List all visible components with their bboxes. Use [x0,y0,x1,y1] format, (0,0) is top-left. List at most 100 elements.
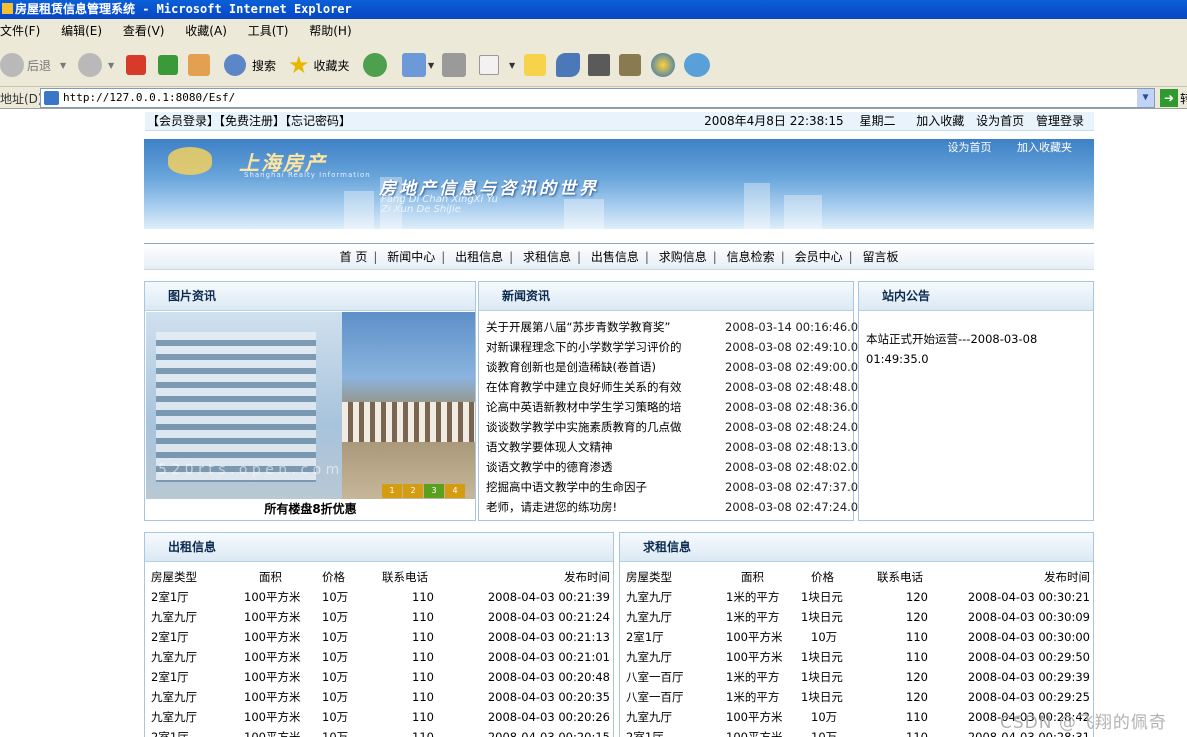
globe-button[interactable] [651,51,675,79]
table-row[interactable]: 九室九厅 100平方米 10万 110 2008-04-03 00:21:24 [151,607,610,627]
k-button[interactable] [588,51,610,79]
back-button[interactable]: 后退 ▼ [0,51,66,79]
nav-rent[interactable]: 出租信息 [455,250,503,264]
news-item[interactable]: 对新课程理念下的小学数学学习评价的 2008-03-08 02:49:10.0 [486,337,858,357]
search-button[interactable]: 搜索 [224,51,276,79]
photo-slideshow[interactable]: 5 2 0 r t s . o p e n . c o m 1 2 3 4 [146,312,475,499]
menu-file[interactable]: 文件(F) [0,24,40,38]
cell-price: 1块日元 [801,670,843,684]
forward-dropdown-icon[interactable]: ▼ [108,61,114,70]
photo-caption[interactable]: 所有楼盘8折优惠 [145,500,476,517]
banner-set-home-link[interactable]: 设为首页 [948,141,992,154]
tools-button[interactable] [619,51,641,79]
table-row[interactable]: 九室九厅 1米的平方 1块日元 120 2008-04-03 00:30:09 [626,607,1090,627]
nav-wanted[interactable]: 求租信息 [523,250,571,264]
pager-4[interactable]: 4 [445,484,465,498]
nav-news[interactable]: 新闻中心 [387,250,435,264]
news-item[interactable]: 老师，请走进您的练功房! 2008-03-08 02:47:24.0 [486,497,858,517]
go-label[interactable]: 转 [1180,90,1187,107]
edit-button[interactable]: ▼ [479,51,515,79]
back-dropdown-icon[interactable]: ▼ [60,61,66,70]
news-title[interactable]: 谈语文教学中的德育渗透 [486,457,716,477]
favorites-button[interactable]: ★ 收藏夹 [288,51,350,79]
print-button[interactable] [442,51,466,79]
messenger-button[interactable] [556,51,580,79]
cell-price: 10万 [322,670,349,684]
table-row[interactable]: 九室九厅 100平方米 1块日元 110 2008-04-03 00:29:50 [626,647,1090,667]
banner-add-favorite-link[interactable]: 加入收藏夹 [1017,141,1072,154]
set-homepage-link[interactable]: 设为首页 [976,114,1024,128]
table-row[interactable]: 2室1厅 100平方米 10万 110 2008-04-03 00:20:48 [151,667,610,687]
cell-time: 2008-04-03 00:21:01 [487,650,610,664]
table-row[interactable]: 2室1厅 100平方米 10万 110 2008-04-03 00:20:15 [151,727,610,737]
edit-dropdown-icon[interactable]: ▼ [509,61,515,70]
menu-help[interactable]: 帮助(H) [309,24,351,38]
pager-2[interactable]: 2 [403,484,423,498]
search-label: 搜索 [252,58,277,73]
table-row[interactable]: 2室1厅 100平方米 10万 110 2008-04-03 00:21:39 [151,587,610,607]
news-item[interactable]: 谈语文教学中的德育渗透 2008-03-08 02:48:02.0 [486,457,858,477]
news-title[interactable]: 谈谈数学教学中实施素质教育的几点做 [486,417,716,437]
refresh-button[interactable] [158,51,178,79]
history-icon [363,53,387,77]
table-row[interactable]: 九室九厅 100平方米 10万 110 2008-04-03 00:21:01 [151,647,610,667]
news-title[interactable]: 对新课程理念下的小学数学学习评价的 [486,337,716,357]
news-item[interactable]: 论高中英语新教材中学生学习策略的培 2008-03-08 02:48:36.0 [486,397,858,417]
table-row[interactable]: 2室1厅 100平方米 10万 110 2008-04-03 00:30:00 [626,627,1090,647]
menu-favorites[interactable]: 收藏(A) [185,24,227,38]
nav-home[interactable]: 首 页 [340,250,368,264]
nav-member[interactable]: 会员中心 [795,250,843,264]
menu-edit[interactable]: 编辑(E) [61,24,102,38]
forward-button[interactable]: ▼ [78,51,114,79]
home-button[interactable] [188,51,210,79]
news-item[interactable]: 语文教学要体现人文精神 2008-03-08 02:48:13.0 [486,437,858,457]
users-button[interactable] [684,51,710,79]
news-title[interactable]: 语文教学要体现人文精神 [486,437,716,457]
history-button[interactable] [363,51,387,79]
add-favorite-link[interactable]: 加入收藏 [916,114,964,128]
news-item[interactable]: 挖掘高中语文教学中的生命因子 2008-03-08 02:47:37.0 [486,477,858,497]
news-title[interactable]: 老师，请走进您的练功房! [486,497,716,517]
menu-view[interactable]: 查看(V) [123,24,165,38]
table-row[interactable]: 八室一百厅 1米的平方 1块日元 120 2008-04-03 00:29:25 [626,687,1090,707]
page-content: 【会员登录】【免费注册】【忘记密码】 2008年4月8日 22:38:15 星期… [0,110,1187,737]
cell-type: 2室1厅 [151,730,189,737]
nav-search[interactable]: 信息检索 [727,250,775,264]
users-icon [684,53,710,77]
pager-1[interactable]: 1 [382,484,402,498]
nav-guestbook[interactable]: 留言板 [862,250,898,264]
table-row[interactable]: 2室1厅 100平方米 10万 110 2008-04-03 00:21:13 [151,627,610,647]
mail-dropdown-icon[interactable]: ▼ [428,61,434,70]
menu-tools[interactable]: 工具(T) [248,24,289,38]
news-date: 2008-03-08 02:48:36.0 [725,400,859,414]
news-item[interactable]: 在体育教学中建立良好师生关系的有效 2008-03-08 02:48:48.0 [486,377,858,397]
nav-sale[interactable]: 出售信息 [591,250,639,264]
cell-price: 10万 [811,710,838,724]
nav-buy[interactable]: 求购信息 [659,250,707,264]
news-title[interactable]: 在体育教学中建立良好师生关系的有效 [486,377,716,397]
news-title[interactable]: 关于开展第八届“苏步青数学教育奖” [486,317,716,337]
col-header: 面积 [259,570,282,584]
news-title[interactable]: 谈教育创新也是创造稀缺(卷首语) [486,357,716,377]
stop-button[interactable] [126,51,146,79]
pager-3[interactable]: 3 [424,484,444,498]
cell-time: 2008-04-03 00:29:39 [967,670,1090,684]
go-arrow-icon[interactable]: ➜ [1160,89,1178,107]
member-links[interactable]: 【会员登录】【免费注册】【忘记密码】 [147,112,351,131]
news-title[interactable]: 论高中英语新教材中学生学习策略的培 [486,397,716,417]
address-input[interactable]: http://127.0.0.1:8080/Esf/ ▼ [40,88,1155,108]
notice-text[interactable]: 本站正式开始运营---2008-03-08 01:49:35.0 [866,329,1037,369]
admin-login-link[interactable]: 管理登录 [1036,114,1084,128]
news-item[interactable]: 关于开展第八届“苏步青数学教育奖” 2008-03-14 00:16:46.0 [486,317,858,337]
address-dropdown-icon[interactable]: ▼ [1137,89,1154,107]
table-row[interactable]: 八室一百厅 1米的平方 1块日元 120 2008-04-03 00:29:39 [626,667,1090,687]
news-title[interactable]: 挖掘高中语文教学中的生命因子 [486,477,716,497]
table-row[interactable]: 九室九厅 1米的平方 1块日元 120 2008-04-03 00:30:21 [626,587,1090,607]
table-row[interactable]: 九室九厅 100平方米 10万 110 2008-04-03 00:20:26 [151,707,610,727]
cell-time: 2008-04-03 00:30:09 [967,610,1090,624]
news-item[interactable]: 谈谈数学教学中实施素质教育的几点做 2008-03-08 02:48:24.0 [486,417,858,437]
news-item[interactable]: 谈教育创新也是创造稀缺(卷首语) 2008-03-08 02:49:00.0 [486,357,858,377]
table-row[interactable]: 九室九厅 100平方米 10万 110 2008-04-03 00:20:35 [151,687,610,707]
mail-button[interactable]: ▼ [402,51,434,79]
note-button[interactable] [524,51,546,79]
